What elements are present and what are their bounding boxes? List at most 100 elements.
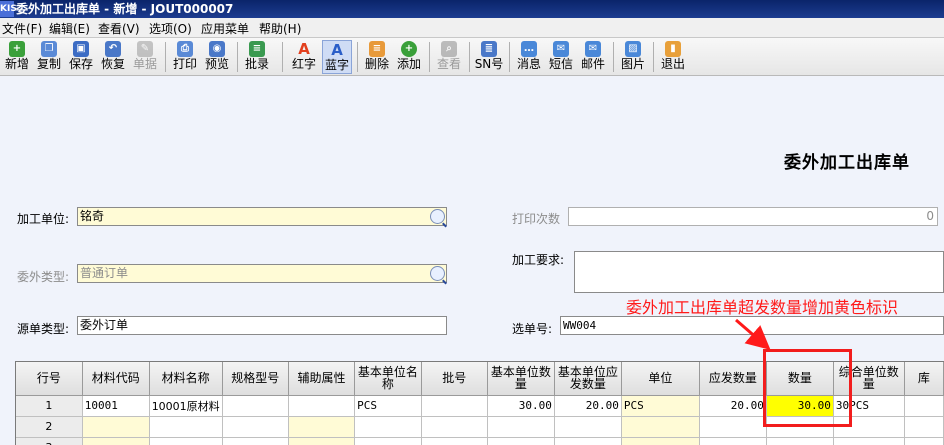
batch-no-cell[interactable]	[421, 416, 488, 438]
title-bar: KIS 委外加工出库单 - 新增 - JOUT000007	[0, 0, 944, 18]
column-header[interactable]: 单位	[621, 362, 700, 396]
due-qty-cell[interactable]: 20.00	[699, 395, 767, 417]
column-header[interactable]: 辅助属性	[288, 362, 356, 396]
due-qty-cell[interactable]	[699, 416, 767, 438]
warehouse-cell[interactable]	[904, 395, 944, 417]
unit-cell[interactable]: PCS	[621, 395, 700, 417]
base-qty-cell[interactable]	[487, 416, 555, 438]
delete-button[interactable]: ≡ 删除	[362, 40, 392, 74]
search-icon[interactable]	[430, 209, 445, 224]
view-icon: ⌕	[441, 41, 457, 57]
base-due-qty-cell[interactable]	[554, 416, 622, 438]
quantity-cell[interactable]	[766, 437, 834, 445]
aux-attr-cell[interactable]	[288, 416, 356, 438]
wrench-icon: ✎	[137, 41, 153, 57]
base-qty-cell[interactable]: 30.00	[487, 395, 555, 417]
save-icon: ▣	[73, 41, 89, 57]
new-button[interactable]: + 新增	[2, 40, 32, 74]
base-due-qty-cell[interactable]: 20.00	[554, 395, 622, 417]
column-header[interactable]: 规格型号	[222, 362, 289, 396]
spec-cell[interactable]	[222, 437, 289, 445]
unit-cell[interactable]	[621, 416, 700, 438]
menu-options[interactable]: 选项(O)	[149, 20, 192, 37]
aux-attr-cell[interactable]	[288, 395, 356, 417]
column-header[interactable]: 行号	[16, 362, 83, 396]
spec-cell[interactable]	[222, 395, 289, 417]
save-button[interactable]: ▣ 保存	[66, 40, 96, 74]
message-button[interactable]: … 消息	[514, 40, 544, 74]
add-row-icon: +	[401, 41, 417, 57]
combined-qty-cell[interactable]	[833, 437, 905, 445]
red-letter-button[interactable]: A 红字	[289, 40, 319, 74]
column-header[interactable]: 库	[904, 362, 944, 396]
picture-button[interactable]: ▨ 图片	[618, 40, 648, 74]
material-code-cell[interactable]	[82, 437, 150, 445]
row-number-cell[interactable]: 3	[16, 437, 83, 445]
sms-button[interactable]: ✉ 短信	[546, 40, 576, 74]
column-header[interactable]: 材料名称	[149, 362, 223, 396]
base-qty-cell[interactable]	[487, 437, 555, 445]
source-type-label: 源单类型:	[17, 322, 70, 336]
restore-button[interactable]: ↶ 恢复	[98, 40, 128, 74]
spec-cell[interactable]	[222, 416, 289, 438]
due-qty-cell[interactable]	[699, 437, 767, 445]
menu-view[interactable]: 查看(V)	[98, 20, 140, 37]
mail-button[interactable]: ✉ 邮件	[578, 40, 608, 74]
material-name-cell[interactable]	[149, 416, 223, 438]
menu-file[interactable]: 文件(F)	[2, 20, 42, 37]
blue-letter-button[interactable]: A 蓝字	[322, 40, 352, 74]
menu-bar: 文件(F) 编辑(E) 查看(V) 选项(O) 应用菜单 帮助(H)	[0, 18, 944, 38]
new-doc-icon: +	[9, 41, 25, 57]
batch-entry-button[interactable]: ≡ 批录	[242, 40, 272, 74]
column-header[interactable]: 应发数量	[699, 362, 767, 396]
row-number-cell[interactable]: 1	[16, 395, 83, 417]
material-name-cell[interactable]: 10001原材料	[149, 395, 223, 417]
material-code-cell[interactable]: 10001	[82, 395, 150, 417]
column-header[interactable]: 批号	[421, 362, 488, 396]
mail-icon: ✉	[585, 41, 601, 57]
menu-help[interactable]: 帮助(H)	[259, 20, 301, 37]
outsourcing-type-field[interactable]: 普通订单	[77, 264, 447, 283]
exit-button[interactable]: ▮ 退出	[658, 40, 688, 74]
column-header[interactable]: 基本单位应发数量	[554, 362, 622, 396]
warehouse-cell[interactable]	[904, 437, 944, 445]
print-count-field: 0	[568, 207, 938, 226]
base-due-qty-cell[interactable]	[554, 437, 622, 445]
batch-no-cell[interactable]	[421, 437, 488, 445]
table-row: 3	[16, 437, 944, 445]
search-icon[interactable]	[430, 266, 445, 281]
toolbar-separator	[282, 42, 283, 72]
warehouse-cell[interactable]	[904, 416, 944, 438]
processing-unit-field[interactable]: 铭奇	[77, 207, 447, 226]
column-header[interactable]: 基本单位数量	[487, 362, 555, 396]
copy-button[interactable]: ❐ 复制	[34, 40, 64, 74]
material-name-cell[interactable]	[149, 437, 223, 445]
copy-icon: ❐	[41, 41, 57, 57]
select-no-label: 选单号:	[512, 322, 553, 336]
material-code-cell[interactable]	[82, 416, 150, 438]
column-header[interactable]: 材料代码	[82, 362, 150, 396]
view-button[interactable]: ⌕ 查看	[434, 40, 464, 74]
source-type-field[interactable]: 委外订单	[77, 316, 447, 335]
add-button[interactable]: + 添加	[394, 40, 424, 74]
base-unit-name-cell[interactable]	[354, 416, 422, 438]
preview-button[interactable]: ◉ 预览	[202, 40, 232, 74]
base-unit-name-cell[interactable]	[354, 437, 422, 445]
menu-edit[interactable]: 编辑(E)	[49, 20, 90, 37]
document-button[interactable]: ✎ 单据	[130, 40, 160, 74]
column-header[interactable]: 基本单位名称	[354, 362, 422, 396]
processing-req-field[interactable]	[574, 251, 944, 293]
row-number-cell[interactable]: 2	[16, 416, 83, 438]
preview-icon: ◉	[209, 41, 225, 57]
print-button[interactable]: ⎙ 打印	[170, 40, 200, 74]
aux-attr-cell[interactable]	[288, 437, 356, 445]
app-logo-icon: KIS	[0, 1, 17, 17]
batch-no-cell[interactable]	[421, 395, 488, 417]
annotation-highlight-box	[763, 349, 852, 427]
form-title: 委外加工出库单	[784, 153, 910, 173]
menu-app[interactable]: 应用菜单	[201, 20, 249, 37]
unit-cell[interactable]	[621, 437, 700, 445]
print-icon: ⎙	[177, 41, 193, 57]
serial-number-button[interactable]: ≣ SN号	[474, 40, 504, 74]
base-unit-name-cell[interactable]: PCS	[354, 395, 422, 417]
